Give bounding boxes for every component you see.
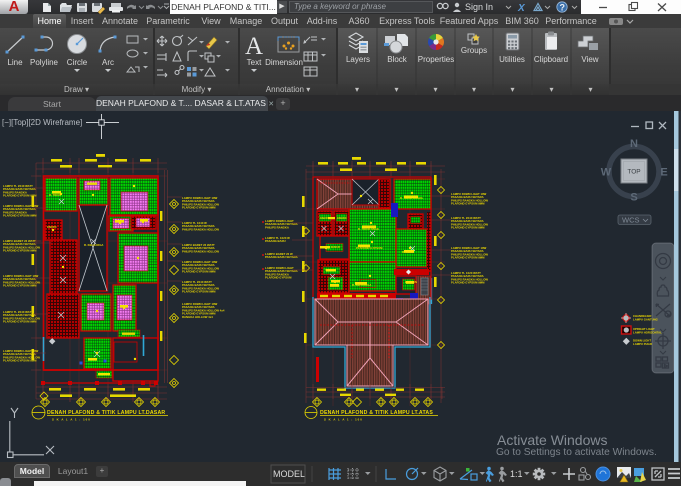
svg-text:TOP: TOP xyxy=(627,169,640,176)
svg-text:PLAFOND GYPSUM 9MM: PLAFOND GYPSUM 9MM xyxy=(3,284,37,288)
svg-text:Clipboard: Clipboard xyxy=(534,55,568,64)
svg-text:Properties: Properties xyxy=(418,55,454,64)
svg-text:R. TIDUR: R. TIDUR xyxy=(49,193,61,197)
svg-text:A: A xyxy=(245,33,263,60)
svg-text:S: S xyxy=(630,192,637,204)
svg-text:PLAFOND GYPSUM 9MM: PLAFOND GYPSUM 9MM xyxy=(3,320,37,324)
svg-text:Groups: Groups xyxy=(461,46,487,55)
svg-text:Arc: Arc xyxy=(102,58,114,67)
svg-text:PHILIPS RANGKA: PHILIPS RANGKA xyxy=(265,225,289,229)
svg-text:PLAFOND GYPSUM 9MM: PLAFOND GYPSUM 9MM xyxy=(451,281,485,285)
svg-text:RANGKA HOLLOW 4x4: RANGKA HOLLOW 4x4 xyxy=(182,315,213,319)
svg-text:PLAFOND GYPSUM 9MM: PLAFOND GYPSUM 9MM xyxy=(182,270,216,274)
svg-text:PLAFOND GYPSUM 9MM: PLAFOND GYPSUM 9MM xyxy=(451,202,485,206)
svg-text:MODEL: MODEL xyxy=(273,469,305,479)
svg-text:S K A L A 1 : 100: S K A L A 1 : 100 xyxy=(52,418,91,422)
svg-text:R. KELUARGA: R. KELUARGA xyxy=(84,243,103,247)
svg-text:Dimension: Dimension xyxy=(265,58,303,67)
svg-text:Sign In: Sign In xyxy=(465,2,493,12)
svg-text:E: E xyxy=(660,167,667,179)
svg-text:LAMPU HORIZONTAL: LAMPU HORIZONTAL xyxy=(633,331,662,335)
svg-text:W: W xyxy=(601,167,612,179)
svg-text:View: View xyxy=(581,55,598,64)
svg-text:DENAH PLAFOND & TITIK LAMPU LT: DENAH PLAFOND & TITIK LAMPU LT.ATAS xyxy=(320,410,433,416)
svg-text:PASANG BARU: PASANG BARU xyxy=(265,239,286,243)
svg-text:WCS: WCS xyxy=(622,216,640,225)
svg-text:Layers: Layers xyxy=(346,55,370,64)
svg-text:Circle: Circle xyxy=(67,58,88,67)
svg-text:PLAFOND GYPSUM: PLAFOND GYPSUM xyxy=(265,276,292,280)
svg-text:LAMPU GANTUNG: LAMPU GANTUNG xyxy=(633,318,658,322)
svg-text:KM/WC: KM/WC xyxy=(337,216,347,220)
svg-text:PLAFOND GYPSUM 9MM: PLAFOND GYPSUM 9MM xyxy=(3,359,37,363)
svg-text:Block: Block xyxy=(387,55,408,64)
svg-text:PLAFOND GYPSUM 9MM: PLAFOND GYPSUM 9MM xyxy=(451,226,485,230)
svg-text:KM/WC: KM/WC xyxy=(47,225,57,229)
svg-text:DENAH PLAFOND & TITIK LAMPU LT: DENAH PLAFOND & TITIK LAMPU LT.DASAR xyxy=(47,410,165,416)
svg-text:PLAFOND GYPSUM 9MM: PLAFOND GYPSUM 9MM xyxy=(3,194,37,198)
svg-text:N: N xyxy=(630,138,638,150)
svg-text:PLAFOND GYPSUM 9MM: PLAFOND GYPSUM 9MM xyxy=(451,256,485,260)
svg-text:PLAFOND GYPSUM 9MM: PLAFOND GYPSUM 9MM xyxy=(3,214,37,218)
svg-text:PLAFOND GYPSUM 9MM: PLAFOND GYPSUM 9MM xyxy=(3,249,37,253)
svg-text:?: ? xyxy=(560,3,566,13)
svg-text:Text: Text xyxy=(247,58,262,67)
svg-text:PLAFOND GYPSUM 9MM: PLAFOND GYPSUM 9MM xyxy=(182,290,216,294)
svg-text:S K A L A 1 : 100: S K A L A 1 : 100 xyxy=(324,418,363,422)
svg-text:Line: Line xyxy=(7,58,23,67)
svg-text:LAMPU PIJAR: LAMPU PIJAR xyxy=(633,342,652,346)
svg-text:PLAFOND GYPSUM 9MM: PLAFOND GYPSUM 9MM xyxy=(182,206,216,210)
svg-text:PHILIPS RANGKA HOLLOW: PHILIPS RANGKA HOLLOW xyxy=(182,227,219,231)
svg-text:Utilities: Utilities xyxy=(499,55,525,64)
svg-text:X: X xyxy=(517,3,526,14)
svg-text:PHILIPS RANGKA HOLLOW: PHILIPS RANGKA HOLLOW xyxy=(182,249,219,253)
svg-text:1:1: 1:1 xyxy=(510,469,523,479)
svg-text:Polyline: Polyline xyxy=(30,58,59,67)
